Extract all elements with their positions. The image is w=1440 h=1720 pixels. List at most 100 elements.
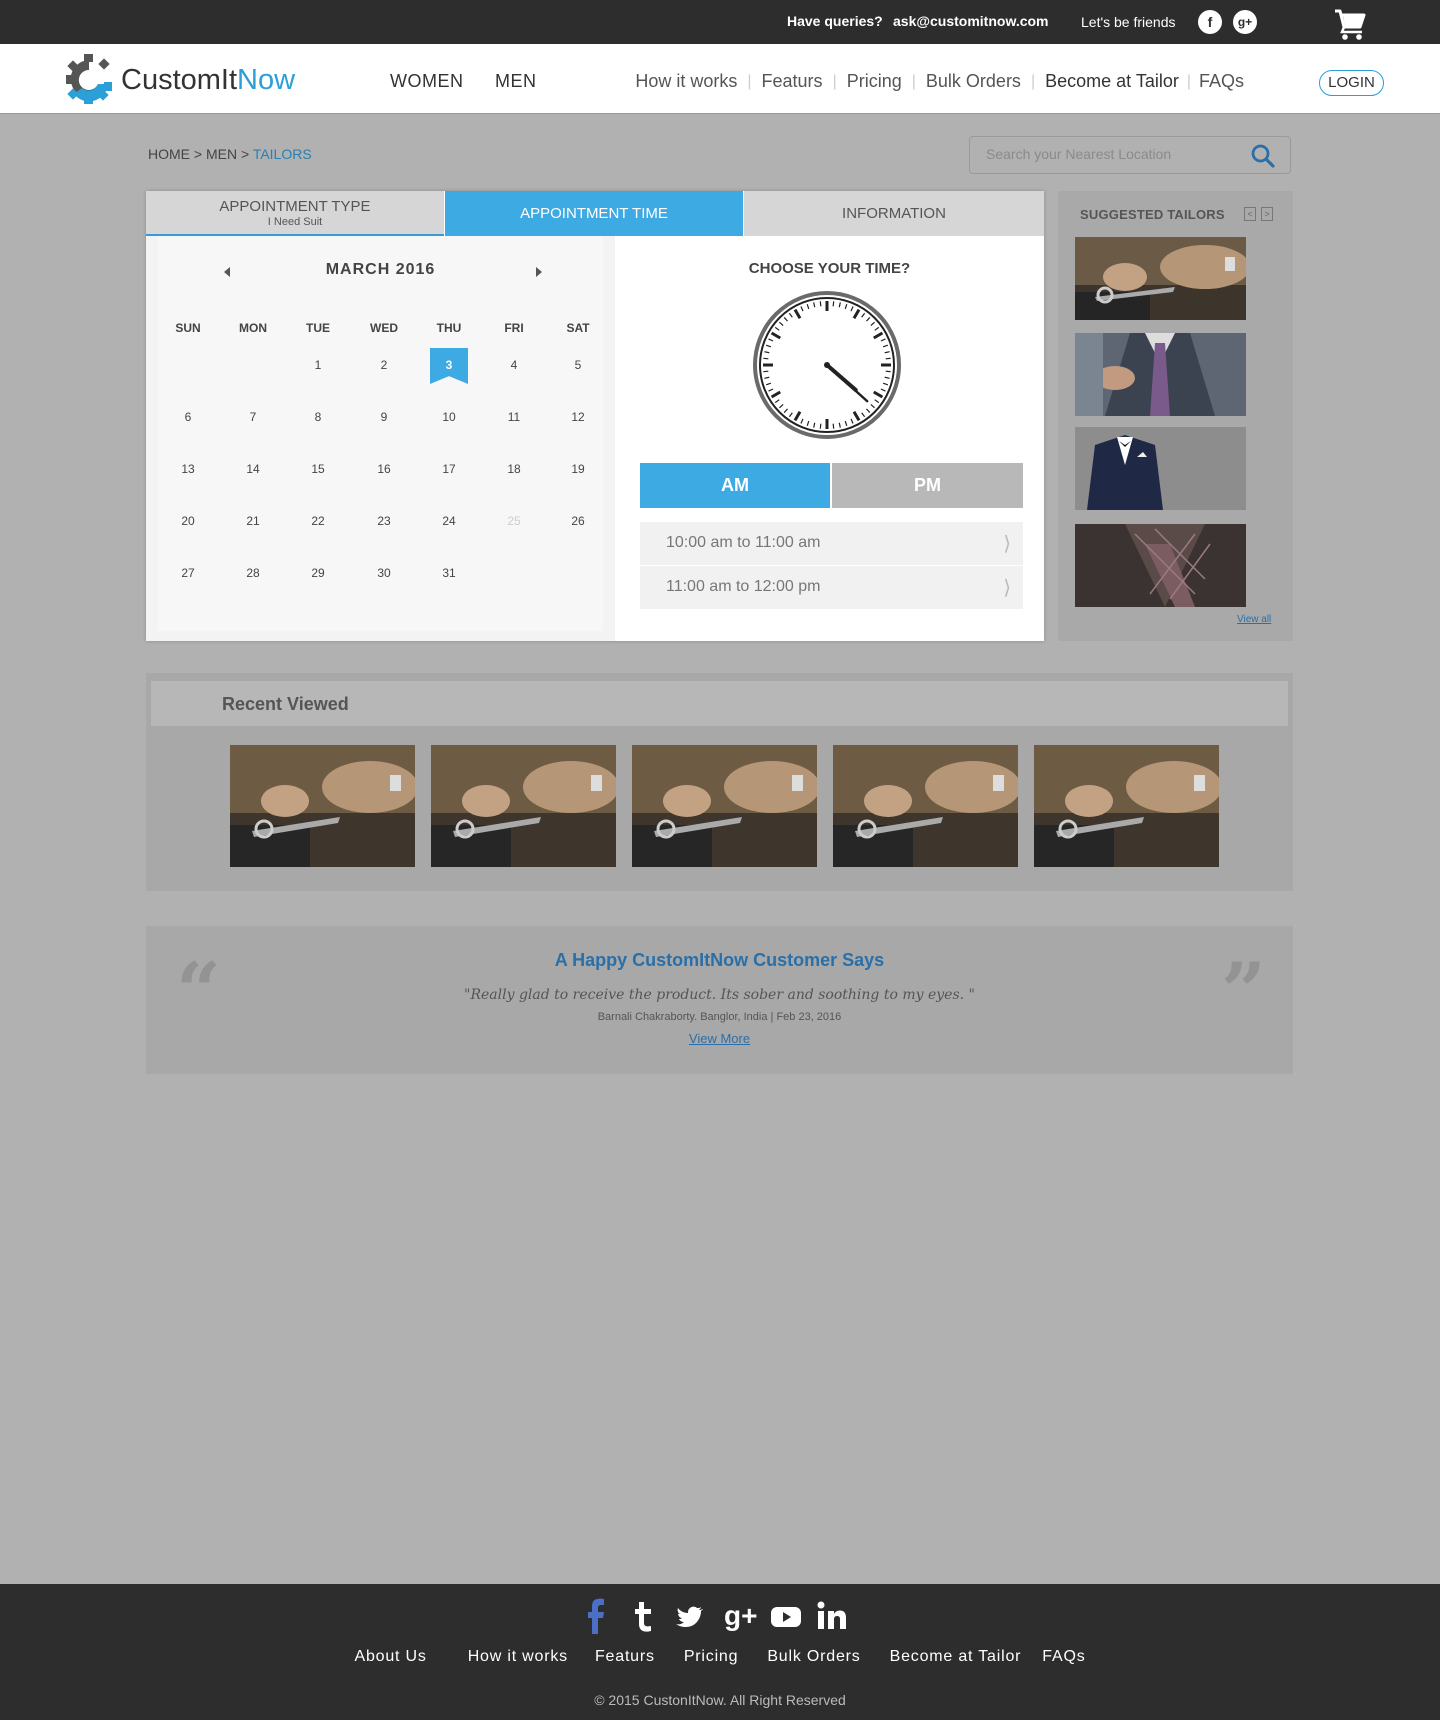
tab-appointment-type-sub: I Need Suit [267, 216, 323, 228]
calendar-day[interactable]: 16 [354, 462, 414, 476]
testimonial-quote: "Really glad to receive the product. Its… [464, 987, 975, 1003]
suggested-prev-button[interactable]: < [1244, 207, 1256, 221]
login-button[interactable]: LOGIN [1319, 70, 1384, 96]
nav-features[interactable]: Featurs [762, 71, 823, 92]
tailor-image-tuxedo[interactable] [1075, 427, 1246, 510]
gear-logo-icon[interactable] [66, 54, 112, 104]
calendar-day[interactable]: 11 [484, 410, 544, 424]
time-slot-option[interactable]: 11:00 am to 12:00 pm ⟩ [640, 566, 1023, 609]
calendar-day[interactable]: 27 [158, 566, 218, 580]
calendar-day[interactable]: 18 [484, 462, 544, 476]
tumblr-icon[interactable] [632, 1598, 656, 1634]
recent-viewed-item[interactable] [230, 745, 415, 867]
recent-viewed: Recent Viewed [146, 673, 1293, 891]
calendar-day[interactable]: 15 [288, 462, 348, 476]
nav-pricing[interactable]: Pricing [847, 71, 902, 92]
breadcrumb-separator: > [240, 146, 250, 162]
contact-email-link[interactable]: ask@customitnow.com [893, 13, 1049, 29]
calendar-day[interactable]: 10 [419, 410, 479, 424]
recent-viewed-item[interactable] [1034, 745, 1219, 867]
breadcrumb-men[interactable]: MEN [206, 146, 237, 162]
calendar-day[interactable]: 6 [158, 410, 218, 424]
nav-bulk-orders[interactable]: Bulk Orders [926, 71, 1021, 92]
calendar-day[interactable]: 31 [419, 566, 479, 580]
calendar-day[interactable]: 7 [223, 410, 283, 424]
breadcrumb-home[interactable]: HOME [148, 146, 190, 162]
calendar-day[interactable]: 5 [548, 358, 608, 372]
calendar-day[interactable]: 14 [223, 462, 283, 476]
calendar-day[interactable]: 29 [288, 566, 348, 580]
time-slot-label: 10:00 am to 11:00 am [666, 534, 821, 551]
suggested-next-button[interactable]: > [1261, 207, 1273, 221]
nav-become-tailor[interactable]: Become at Tailor [1045, 71, 1179, 92]
nav-men[interactable]: MEN [495, 71, 537, 92]
tab-appointment-time[interactable]: APPOINTMENT TIME [445, 191, 743, 236]
view-more-link[interactable]: View More [146, 1031, 1293, 1046]
clock-icon[interactable] [753, 291, 901, 439]
calendar-day[interactable]: 26 [548, 514, 608, 528]
calendar-day[interactable]: 12 [548, 410, 608, 424]
footer-link-about[interactable]: About Us [354, 1648, 426, 1666]
tailor-image-tie[interactable] [1075, 524, 1246, 607]
nav-separator: | [1186, 72, 1191, 90]
calendar-day[interactable]: 20 [158, 514, 218, 528]
calendar-day[interactable]: 13 [158, 462, 218, 476]
footer-link-pricing[interactable]: Pricing [684, 1648, 739, 1666]
tailor-image-suit-fitting[interactable] [1075, 333, 1246, 416]
cart-icon[interactable] [1333, 7, 1367, 41]
brand-name[interactable]: CustomItNow [121, 64, 295, 97]
calendar-day[interactable]: 23 [354, 514, 414, 528]
recent-viewed-title: Recent Viewed [222, 694, 349, 714]
footer-link-become-tailor[interactable]: Become at Tailor [890, 1648, 1022, 1666]
googleplus-icon[interactable]: g+ [1233, 10, 1257, 34]
am-toggle-button[interactable]: AM [640, 463, 830, 508]
testimonial: “ ” A Happy CustomItNow Customer Says "R… [146, 926, 1293, 1074]
calendar-day[interactable]: 9 [354, 410, 414, 424]
clock-tick [819, 301, 822, 307]
nav-women[interactable]: WOMEN [390, 71, 464, 92]
tab-appointment-type[interactable]: APPOINTMENT TYPE I Need Suit [146, 191, 444, 236]
testimonial-title: A Happy CustomItNow Customer Says [554, 950, 885, 970]
location-search-input[interactable] [986, 146, 1236, 162]
calendar-day[interactable]: 4 [484, 358, 544, 372]
calendar-day[interactable]: 19 [548, 462, 608, 476]
recent-viewed-item[interactable] [833, 745, 1018, 867]
pm-toggle-button[interactable]: PM [832, 463, 1023, 508]
calendar-day[interactable]: 22 [288, 514, 348, 528]
nav-how-it-works[interactable]: How it works [635, 71, 737, 92]
facebook-icon[interactable]: f [1198, 10, 1222, 34]
footer-link-how-it-works[interactable]: How it works [468, 1648, 568, 1666]
breadcrumb: HOME > MEN > TAILORS [148, 146, 312, 162]
calendar-day[interactable]: 8 [288, 410, 348, 424]
prev-month-arrow-icon[interactable] [224, 267, 230, 277]
chevron-right-icon: ⟩ [1003, 533, 1011, 555]
calendar-day[interactable]: 1 [288, 358, 348, 372]
calendar-day[interactable]: 2 [354, 358, 414, 372]
googleplus-icon[interactable]: g+ [724, 1600, 757, 1636]
linkedin-icon[interactable] [816, 1598, 848, 1634]
next-month-arrow-icon[interactable] [536, 267, 542, 277]
main-header: CustomItNow WOMEN MEN How it works | Feat… [0, 44, 1440, 114]
facebook-icon[interactable] [585, 1598, 607, 1634]
recent-viewed-item[interactable] [632, 745, 817, 867]
footer-link-bulk-orders[interactable]: Bulk Orders [767, 1648, 860, 1666]
footer-link-faqs[interactable]: FAQs [1042, 1648, 1085, 1666]
footer: g+ About Us How it works Featurs Pricing… [0, 1584, 1440, 1720]
calendar-day[interactable]: 21 [223, 514, 283, 528]
twitter-icon[interactable] [675, 1598, 705, 1634]
calendar-day[interactable]: 17 [419, 462, 479, 476]
brand-accent: Now [237, 64, 296, 96]
calendar-day[interactable]: 28 [223, 566, 283, 580]
nav-faqs[interactable]: FAQs [1199, 71, 1244, 92]
calendar-day[interactable]: 30 [354, 566, 414, 580]
youtube-icon[interactable] [770, 1598, 802, 1634]
calendar-day-disabled: 25 [507, 514, 521, 528]
view-all-link[interactable]: View all [1237, 614, 1271, 625]
tab-information[interactable]: INFORMATION [744, 191, 1044, 236]
calendar-day[interactable]: 24 [419, 514, 479, 528]
tailor-image-cutting[interactable] [1075, 237, 1246, 320]
footer-link-features[interactable]: Featurs [595, 1648, 655, 1666]
recent-viewed-item[interactable] [431, 745, 616, 867]
time-slot-option[interactable]: 10:00 am to 11:00 am ⟩ [640, 522, 1023, 565]
search-icon[interactable] [1251, 144, 1275, 168]
